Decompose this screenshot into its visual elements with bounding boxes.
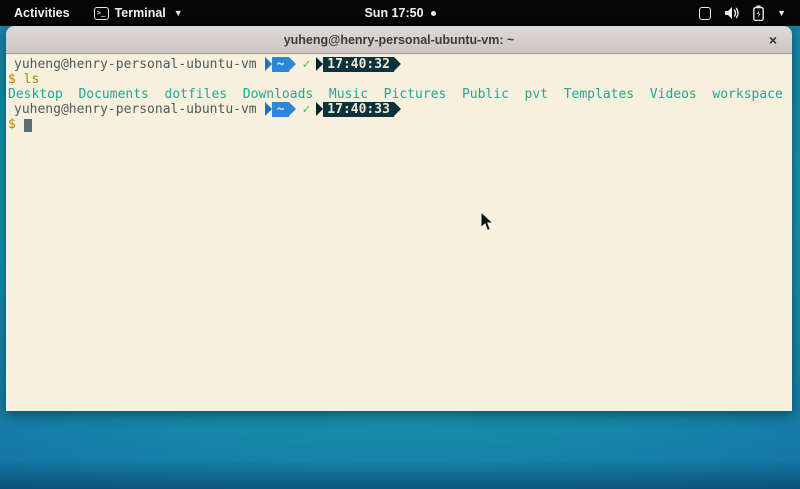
chevron-down-icon: ▼ bbox=[174, 8, 183, 18]
app-menu-terminal[interactable]: >_ Terminal ▼ bbox=[84, 0, 193, 26]
powerline-segment: ~ ✓ 17:40:33 bbox=[265, 102, 401, 117]
system-tray[interactable]: ▼ bbox=[699, 0, 800, 26]
activities-button[interactable]: Activities bbox=[0, 0, 84, 26]
volume-icon bbox=[724, 6, 740, 20]
powerline-arrow-icon bbox=[265, 102, 272, 116]
top-bar: Activities >_ Terminal ▼ Sun 17:50 ▼ bbox=[0, 0, 800, 26]
prompt-cwd: ~ bbox=[272, 57, 290, 72]
prompt-line: yuheng@henry-personal-ubuntu-vm ~ ✓ 17:4… bbox=[8, 102, 790, 117]
current-command-line: $ bbox=[8, 117, 790, 132]
terminal-screen[interactable]: yuheng@henry-personal-ubuntu-vm ~ ✓ 17:4… bbox=[6, 54, 792, 411]
notification-dot-icon bbox=[431, 11, 436, 16]
close-icon[interactable]: × bbox=[764, 31, 782, 49]
prompt-line: yuheng@henry-personal-ubuntu-vm ~ ✓ 17:4… bbox=[8, 57, 790, 72]
ls-output: Desktop Documents dotfiles Downloads Mus… bbox=[8, 87, 790, 102]
powerline-arrow-icon bbox=[316, 102, 323, 116]
window-titlebar[interactable]: yuheng@henry-personal-ubuntu-vm: ~ × bbox=[6, 26, 792, 54]
prompt-user: yuheng@henry-personal-ubuntu-vm bbox=[8, 57, 257, 72]
prompt-cwd: ~ bbox=[272, 102, 290, 117]
command-line: $ ls bbox=[8, 72, 790, 87]
app-menu-label: Terminal bbox=[115, 6, 166, 20]
display-icon bbox=[699, 7, 711, 20]
terminal-app-icon: >_ bbox=[94, 7, 109, 20]
command-text: ls bbox=[24, 72, 40, 87]
powerline-arrow-icon bbox=[316, 57, 323, 71]
powerline-segment: ~ ✓ 17:40:32 bbox=[265, 57, 401, 72]
powerline-arrow-icon bbox=[289, 57, 296, 71]
prompt-symbol: $ bbox=[8, 117, 16, 132]
system-menu-caret-icon: ▼ bbox=[777, 8, 786, 18]
top-bar-left: Activities >_ Terminal ▼ bbox=[0, 0, 193, 26]
powerline-arrow-icon bbox=[394, 102, 401, 116]
status-check-icon: ✓ bbox=[302, 102, 310, 117]
status-check-icon: ✓ bbox=[302, 57, 310, 72]
powerline-arrow-icon bbox=[265, 57, 272, 71]
prompt-user: yuheng@henry-personal-ubuntu-vm bbox=[8, 102, 257, 117]
powerline-arrow-icon bbox=[289, 102, 296, 116]
prompt-symbol: $ bbox=[8, 72, 16, 87]
terminal-window: yuheng@henry-personal-ubuntu-vm: ~ × yuh… bbox=[6, 26, 792, 411]
prompt-time: 17:40:32 bbox=[323, 57, 394, 72]
powerline-arrow-icon bbox=[394, 57, 401, 71]
battery-charging-icon bbox=[753, 5, 764, 21]
terminal-cursor bbox=[24, 119, 32, 132]
clock-label[interactable]: Sun 17:50 bbox=[364, 6, 423, 20]
window-title: yuheng@henry-personal-ubuntu-vm: ~ bbox=[284, 33, 515, 47]
prompt-time: 17:40:33 bbox=[323, 102, 394, 117]
